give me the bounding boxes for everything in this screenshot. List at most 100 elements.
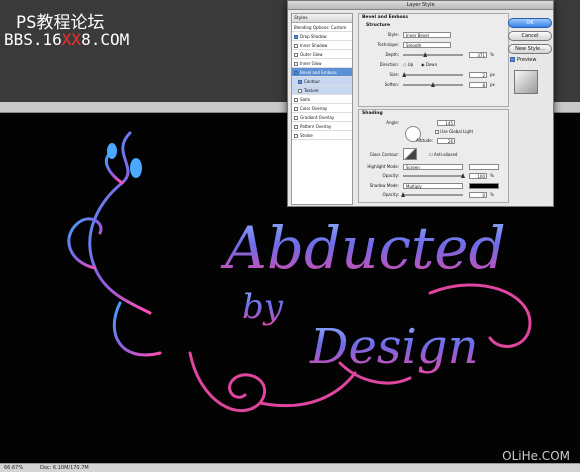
shadow-opacity-thumb[interactable] [401,192,405,197]
highlight-opacity-unit: % [490,173,494,178]
shadow-color-swatch[interactable] [469,183,499,189]
direction-label: Direction: [379,62,399,67]
status-bar: 66.67% Doc: 6.10M/170.7M [0,463,580,472]
soften-slider-thumb[interactable] [431,82,435,87]
styles-header[interactable]: Styles [292,14,352,23]
style-checkbox[interactable] [294,98,298,102]
gloss-contour-picker[interactable] [403,148,417,160]
word-abducted: Abducted [220,214,506,282]
style-checkbox[interactable] [294,35,298,39]
shadow-mode-dropdown[interactable]: Multiply [403,183,463,189]
word-by: by [242,287,284,327]
style-checkbox[interactable] [294,71,298,75]
style-item-label: Pattern Overlay [300,124,332,129]
style-item[interactable]: Stroke [292,131,352,140]
ok-button[interactable]: OK [508,18,552,28]
style-dropdown[interactable]: Inner Bevel [403,32,451,38]
style-item[interactable]: Inner Shadow [292,41,352,50]
highlight-mode-row: Highlight Mode: Screen [359,163,510,171]
style-item[interactable]: Texture [292,86,352,95]
style-row: Style: Inner Bevel [359,31,510,39]
depth-slider[interactable] [403,52,463,57]
altitude-label: Altitude: [416,138,433,143]
altitude-row: Altitude: 26 [359,137,510,145]
style-checkbox[interactable] [294,44,298,48]
style-item-label: Color Overlay [300,106,328,111]
depth-input[interactable]: 371 [469,52,487,58]
size-row: Size: 2 px [359,71,510,79]
altitude-input[interactable]: 26 [437,138,455,144]
depth-label: Depth: [385,52,399,57]
technique-dropdown[interactable]: Smooth [403,42,451,48]
global-light-label: Use Global Light [440,129,474,134]
style-item[interactable]: Satin [292,95,352,104]
style-checkbox[interactable] [298,89,302,93]
soften-row: Soften: 8 px [359,81,510,89]
style-checkbox[interactable] [294,134,298,138]
style-item[interactable]: Inner Glow [292,59,352,68]
size-slider-thumb[interactable] [402,72,407,77]
style-item-label: Inner Glow [300,61,322,66]
style-item[interactable]: Bevel and Emboss [292,68,352,77]
size-slider[interactable] [402,72,463,77]
direction-down-radio[interactable]: ◉ Down [421,61,437,69]
dialog-title[interactable]: Layer Style [288,1,553,10]
highlight-opacity-input[interactable]: 100 [469,173,487,179]
style-checkbox[interactable] [298,80,302,84]
soften-unit: px [490,82,495,87]
bevel-emboss-panel: Bevel and Emboss Structure Style: Inner … [358,13,509,205]
word-design: Design [309,319,479,375]
styles-list: Styles Blending Options: Custom Drop Shad… [291,13,353,205]
style-checkbox[interactable] [294,116,298,120]
angle-input[interactable]: 145 [437,120,455,126]
style-checkbox[interactable] [294,125,298,129]
flourish-left [67,131,162,357]
style-item[interactable]: Color Overlay [292,104,352,113]
shading-title: Shading [362,111,383,116]
gloss-contour-label: Gloss Contour: [369,152,399,157]
global-light-checkbox[interactable] [435,130,439,134]
style-item-label: Gradient Overlay [300,115,335,120]
size-input[interactable]: 2 [469,72,487,78]
document-info[interactable]: Doc: 6.10M/170.7M [40,464,89,472]
style-item[interactable]: Blending Options: Custom [292,23,352,32]
cancel-button[interactable]: Cancel [508,31,552,41]
depth-row: Depth: 371 % [359,51,510,59]
new-style-button[interactable]: New Style... [508,44,552,54]
highlight-opacity-slider[interactable] [403,173,465,178]
style-item-label: Drop Shadow [300,34,327,39]
depth-slider-thumb[interactable] [423,52,428,57]
style-item[interactable]: Contour [292,77,352,86]
highlight-opacity-thumb[interactable] [461,173,465,178]
shadow-opacity-input[interactable]: 0 [469,192,487,198]
gloss-contour-row: Gloss Contour: ☐ Anti-aliased [359,148,510,160]
size-unit: px [490,72,495,77]
style-checkbox[interactable] [294,53,298,57]
size-label: Size: [389,72,399,77]
style-item-label: Stroke [300,133,313,138]
style-item[interactable]: Pattern Overlay [292,122,352,131]
anti-aliased-checkbox[interactable]: ☐ Anti-aliased [429,151,457,159]
style-item[interactable]: Drop Shadow [292,32,352,41]
preview-checkbox[interactable]: Preview [510,57,536,63]
global-light-row: Use Global Light [435,128,505,136]
shadow-opacity-label: Opacity: [382,192,399,197]
style-preview-swatch [514,70,538,94]
highlight-color-swatch[interactable] [469,164,499,170]
style-checkbox[interactable] [294,107,298,111]
style-item[interactable]: Gradient Overlay [292,113,352,122]
soften-slider[interactable] [403,82,463,87]
section-title: Bevel and Emboss [362,15,409,20]
style-item-label: Blending Options: Custom [294,25,347,30]
soften-input[interactable]: 8 [469,82,487,88]
shadow-mode-row: Shadow Mode: Multiply [359,182,510,190]
style-checkbox[interactable] [294,62,298,66]
highlight-opacity-label: Opacity: [382,173,399,178]
shading-group: Shading Angle: 145 Use Global Light Alti… [358,109,509,203]
zoom-level[interactable]: 66.67% [4,464,23,472]
direction-up-radio[interactable]: ○ Up [403,61,413,69]
style-item[interactable]: Outer Glow [292,50,352,59]
highlight-mode-dropdown[interactable]: Screen [403,164,463,170]
shadow-opacity-slider[interactable] [401,192,463,197]
bevel-structure-group: Bevel and Emboss Structure Style: Inner … [358,13,509,107]
